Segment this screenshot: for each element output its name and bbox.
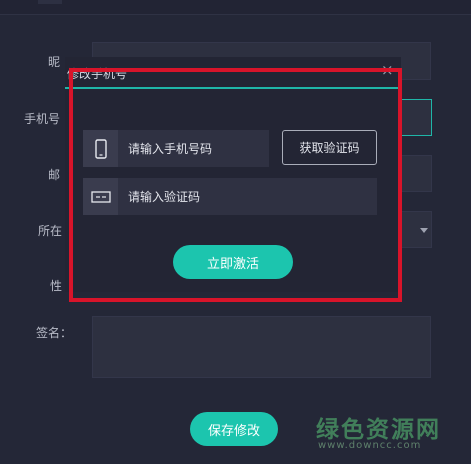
dialog-title-underline: [65, 87, 401, 89]
signature-textarea[interactable]: [92, 316, 431, 378]
dialog-title: 修改手机号: [67, 67, 128, 81]
watermark: 绿色资源网 www.downcc.com: [306, 408, 464, 458]
phone-input[interactable]: 请输入手机号码: [83, 130, 269, 167]
card-icon-box: [83, 178, 118, 215]
phone-icon: [94, 138, 107, 159]
top-bar: [0, 0, 471, 15]
phone-label: 手机号: [24, 112, 61, 126]
change-phone-dialog: 修改手机号 × 请输入手机号码 获取验证码 请输入验证码 立即激活: [65, 57, 401, 292]
phone-icon-box: [83, 130, 118, 167]
profile-edit-page: 昵 手机号 邮 所在 性 签名： 保存修改 绿色资源网 www.downcc.c…: [0, 0, 471, 464]
signature-label: 签名：: [36, 326, 73, 340]
activate-button[interactable]: 立即激活: [173, 245, 293, 279]
location-label: 所在: [38, 224, 63, 238]
get-code-button[interactable]: 获取验证码: [282, 130, 377, 165]
code-input[interactable]: 请输入验证码: [83, 178, 377, 215]
phone-placeholder: 请输入手机号码: [128, 142, 213, 156]
phone-field[interactable]: [398, 99, 432, 136]
chevron-down-icon: [420, 228, 428, 233]
card-icon: [90, 190, 111, 203]
watermark-text: 绿色资源网: [316, 417, 441, 443]
watermark-url: www.downcc.com: [318, 440, 422, 451]
email-label: 邮: [48, 168, 61, 182]
code-placeholder: 请输入验证码: [128, 190, 201, 204]
close-icon[interactable]: ×: [381, 63, 394, 78]
save-button[interactable]: 保存修改: [190, 412, 278, 446]
location-select[interactable]: [398, 211, 432, 248]
email-field[interactable]: [398, 155, 432, 192]
gender-label: 性: [50, 279, 63, 293]
nickname-label: 昵: [48, 55, 61, 69]
top-tab-indicator: [38, 0, 62, 4]
